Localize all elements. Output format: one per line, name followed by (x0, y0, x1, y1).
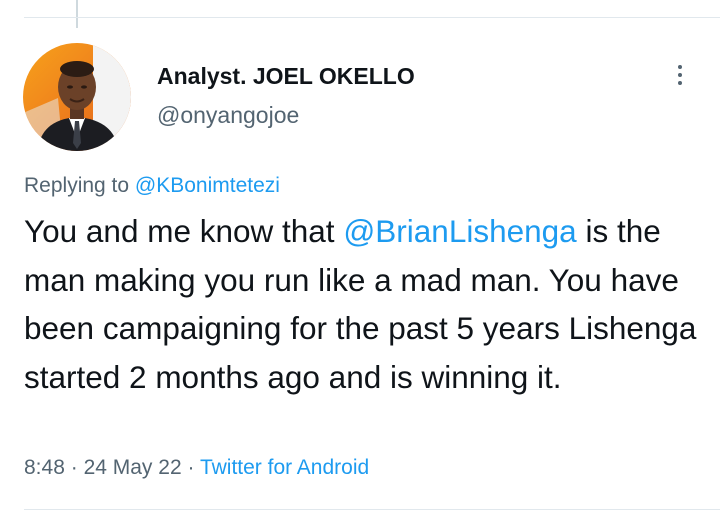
meta-separator: · (70, 456, 78, 479)
top-divider (24, 17, 720, 18)
tweet-metadata: 8:48 · 24 May 22 · Twitter for Android (24, 456, 369, 480)
mention-link[interactable]: @BrianLishenga (343, 213, 576, 249)
thread-connector-line (76, 0, 78, 28)
author-handle[interactable]: @onyangojoe (157, 102, 299, 129)
replying-to-mention-link[interactable]: @KBonimtetezi (135, 174, 280, 197)
bottom-divider (24, 509, 720, 510)
more-vertical-icon-dot (678, 81, 682, 85)
replying-to-line: Replying to @KBonimtetezi (24, 174, 280, 198)
tweet-date[interactable]: 24 May 22 (84, 456, 182, 479)
more-vertical-icon-dot (678, 73, 682, 77)
tweet-text: You and me know that @BrianLishenga is t… (24, 207, 704, 401)
avatar[interactable] (23, 43, 131, 151)
tweet-source-link[interactable]: Twitter for Android (200, 456, 369, 479)
author-display-name[interactable]: Analyst. JOEL OKELLO (157, 63, 415, 90)
replying-to-label: Replying to (24, 174, 130, 197)
more-vertical-icon (678, 65, 682, 69)
meta-separator: · (187, 456, 195, 479)
more-options-button[interactable] (666, 58, 694, 92)
avatar-photo-icon (23, 43, 131, 151)
tweet-detail-view: Analyst. JOEL OKELLO @onyangojoe Replyin… (0, 0, 720, 520)
tweet-time[interactable]: 8:48 (24, 456, 65, 479)
tweet-text-part: You and me know that (24, 213, 344, 249)
